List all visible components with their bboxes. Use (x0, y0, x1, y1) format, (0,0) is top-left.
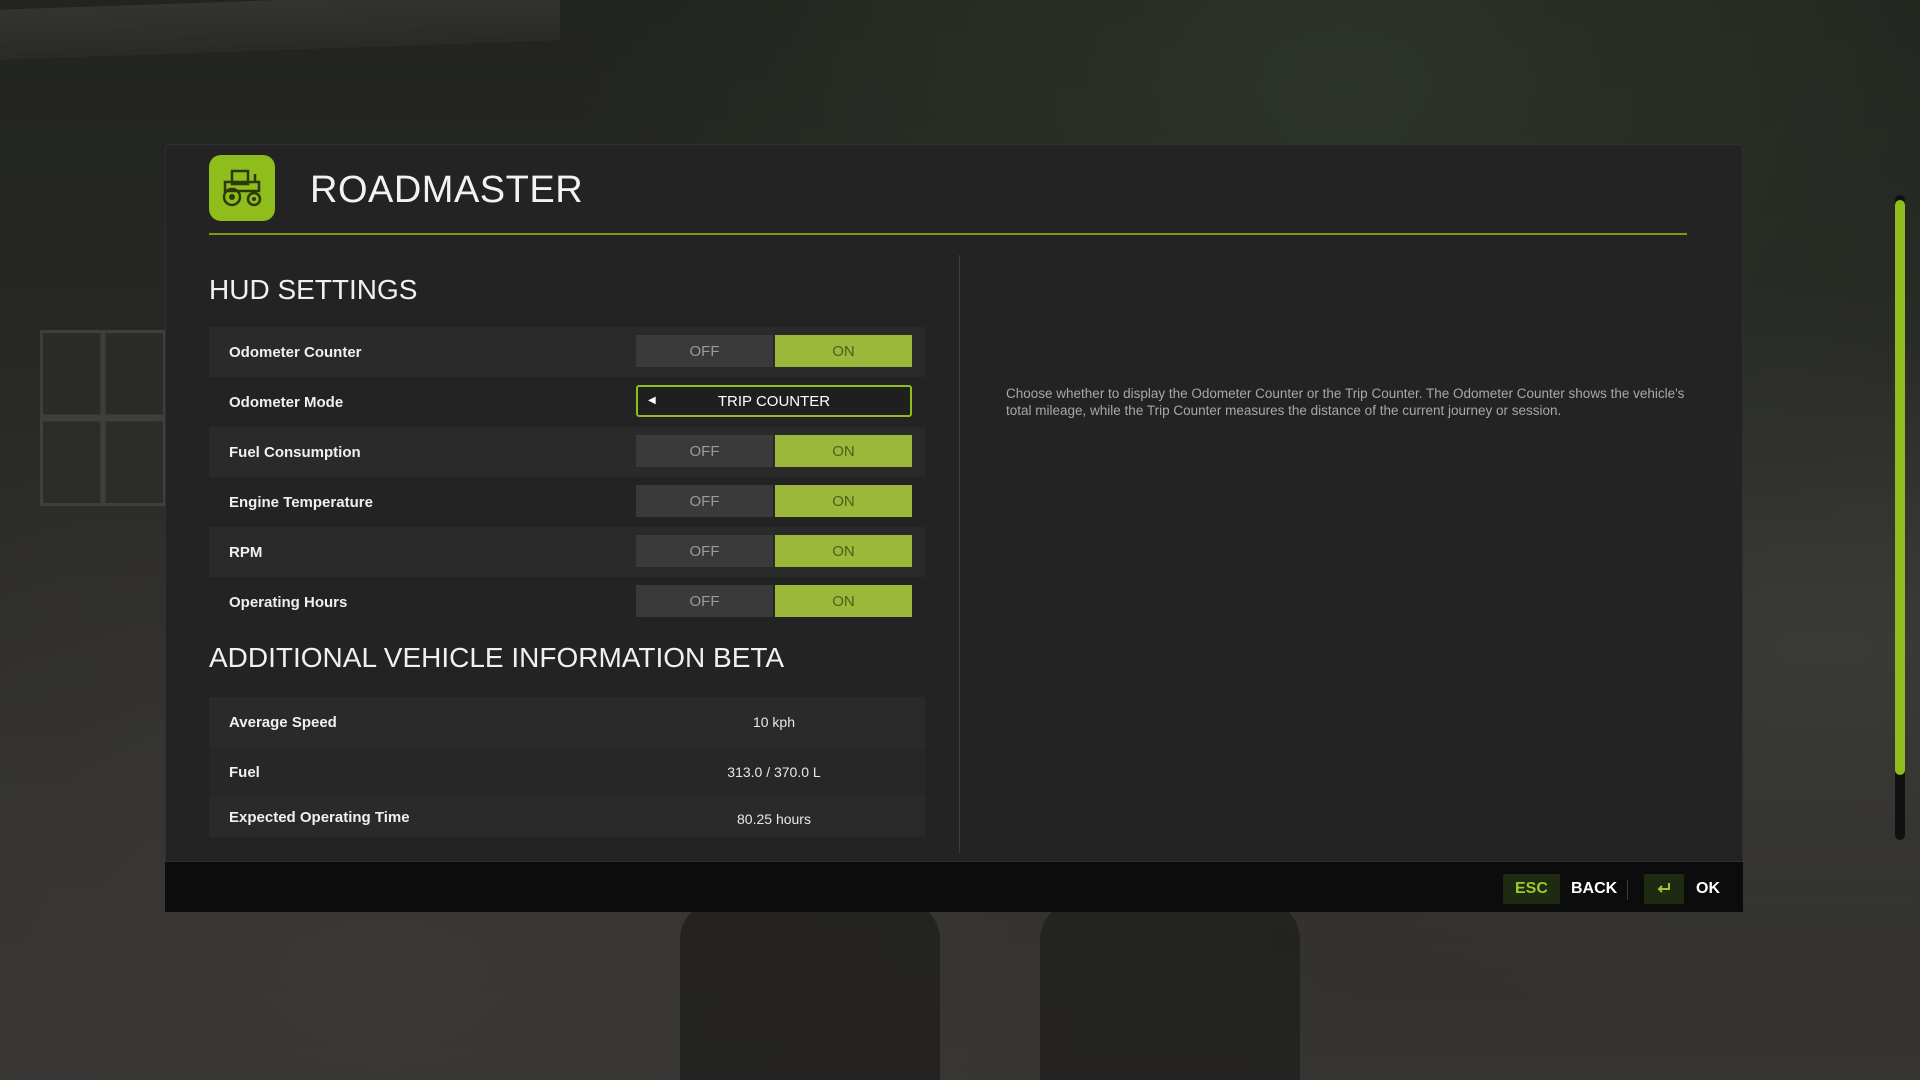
setting-label: Fuel Consumption (229, 443, 361, 461)
info-value: 313.0 / 370.0 L (727, 764, 821, 780)
vehicle-info-list: Average Speed 10 kph Fuel 313.0 / 370.0 … (209, 697, 925, 837)
background-roof (0, 0, 560, 60)
setting-description: Choose whether to display the Odometer C… (1006, 386, 1685, 418)
setting-row-operating-hours: Operating Hours OFF ON (209, 577, 925, 627)
footer-bar: ESC BACK OK (165, 862, 1743, 912)
selector-value: TRIP COUNTER (717, 392, 831, 410)
arrow-left-icon[interactable]: ◀ (648, 395, 656, 406)
odometer-counter-toggle[interactable]: OFF ON (636, 335, 912, 367)
toggle-off-option[interactable]: OFF (636, 335, 773, 367)
scrollbar-thumb[interactable] (1895, 200, 1905, 775)
background-window (40, 330, 166, 506)
setting-label: RPM (229, 543, 263, 561)
info-value: 10 kph (752, 714, 796, 730)
toggle-on-option[interactable]: ON (775, 435, 912, 467)
setting-row-fuel-consumption: Fuel Consumption OFF ON (209, 427, 925, 477)
info-value: 80.25 hours (737, 811, 811, 827)
toggle-off-option[interactable]: OFF (636, 585, 773, 617)
hud-settings-heading: HUD SETTINGS (209, 274, 418, 305)
background-tyre-left (680, 900, 940, 1080)
setting-row-engine-temperature: Engine Temperature OFF ON (209, 477, 925, 527)
engine-temperature-toggle[interactable]: OFF ON (636, 485, 912, 517)
setting-row-rpm: RPM OFF ON (209, 527, 925, 577)
setting-label: Operating Hours (229, 593, 348, 611)
fuel-consumption-toggle[interactable]: OFF ON (636, 435, 912, 467)
enter-icon[interactable] (1644, 874, 1684, 904)
info-label: Expected Operating Time (229, 808, 410, 826)
toggle-off-option[interactable]: OFF (636, 435, 773, 467)
esc-key-hint[interactable]: ESC (1503, 874, 1560, 904)
info-label: Fuel (229, 763, 260, 781)
setting-label: Engine Temperature (229, 493, 373, 511)
setting-label: Odometer Counter (229, 343, 362, 361)
info-row-expected-operating-time: Expected Operating Time 80.25 hours (209, 797, 925, 837)
setting-row-odometer-mode: Odometer Mode ◀ TRIP COUNTER (209, 377, 925, 427)
tractor-icon (209, 155, 275, 221)
settings-column: HUD SETTINGS Odometer Counter OFF ON Odo… (209, 273, 925, 837)
toggle-off-option[interactable]: OFF (636, 535, 773, 567)
background-tyre-right (1040, 900, 1300, 1080)
dialog-title: ROADMASTER (310, 169, 584, 211)
toggle-on-option[interactable]: ON (775, 485, 912, 517)
settings-dialog: ROADMASTER HUD SETTINGS Odometer Counter… (165, 144, 1743, 862)
operating-hours-toggle[interactable]: OFF ON (636, 585, 912, 617)
toggle-on-option[interactable]: ON (775, 335, 912, 367)
ok-button[interactable]: OK (1696, 874, 1720, 904)
back-button[interactable]: BACK (1571, 874, 1617, 904)
info-row-fuel: Fuel 313.0 / 370.0 L (209, 747, 925, 797)
footer-separator (1627, 880, 1628, 900)
vehicle-info-heading: ADDITIONAL VEHICLE INFORMATION BETA (209, 642, 785, 673)
toggle-off-option[interactable]: OFF (636, 485, 773, 517)
odometer-mode-selector[interactable]: ◀ TRIP COUNTER (636, 385, 912, 417)
setting-label: Odometer Mode (229, 393, 344, 411)
scrollbar-track[interactable] (1895, 195, 1905, 840)
rpm-toggle[interactable]: OFF ON (636, 535, 912, 567)
toggle-on-option[interactable]: ON (775, 535, 912, 567)
info-row-average-speed: Average Speed 10 kph (209, 697, 925, 747)
column-divider (959, 255, 960, 853)
setting-row-odometer-counter: Odometer Counter OFF ON (209, 327, 925, 377)
toggle-on-option[interactable]: ON (775, 585, 912, 617)
dialog-header: ROADMASTER (209, 155, 1687, 235)
info-label: Average Speed (229, 713, 337, 731)
